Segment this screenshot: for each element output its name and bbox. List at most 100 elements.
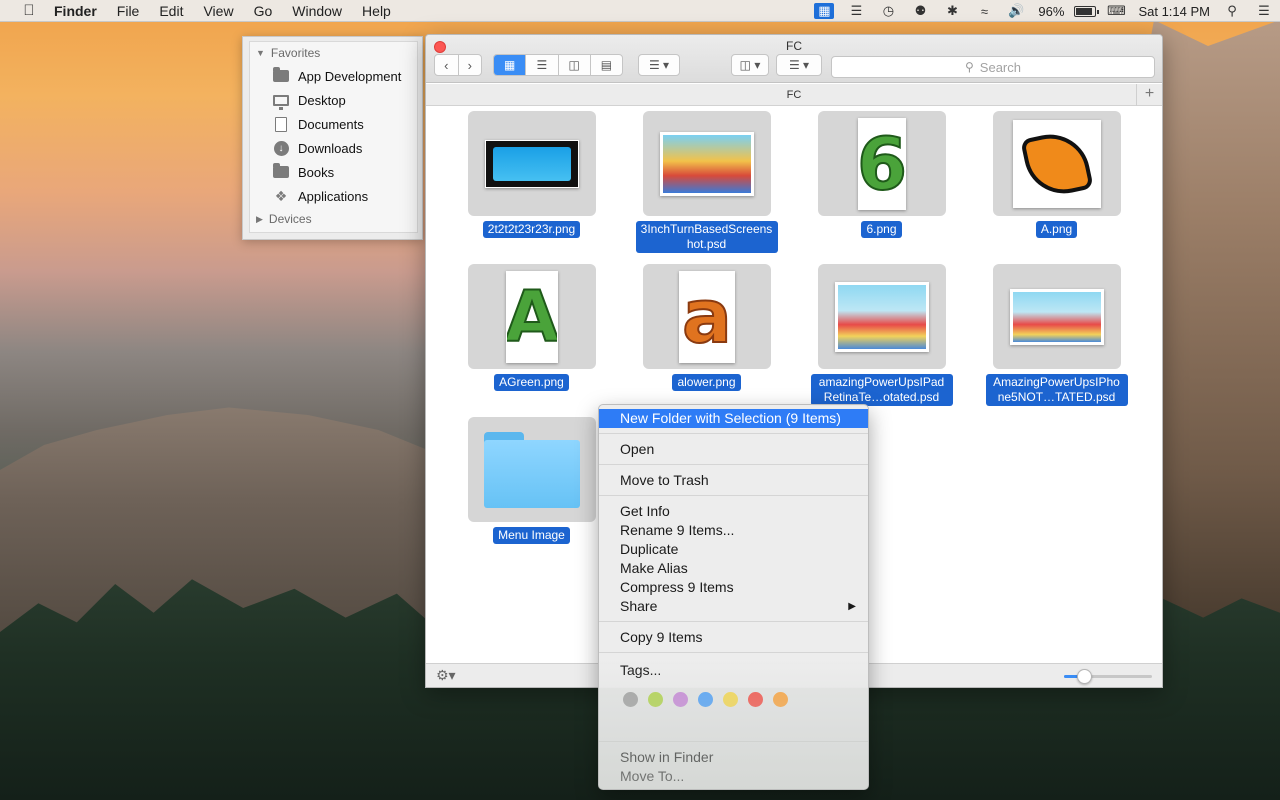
file-thumbnail[interactable]: A bbox=[468, 264, 596, 369]
apple-menu-icon[interactable]:  bbox=[18, 2, 40, 19]
menu-help[interactable]: Help bbox=[352, 3, 401, 19]
file-name-label[interactable]: amazingPowerUpsIPadRetinaTe…otated.psd bbox=[810, 374, 953, 406]
time-machine-icon[interactable]: ◷ bbox=[878, 3, 898, 19]
battery-icon[interactable] bbox=[1074, 5, 1100, 17]
bluetooth-icon[interactable]: ✱ bbox=[942, 3, 962, 19]
menu-item-tags[interactable]: Tags... bbox=[599, 661, 868, 680]
status-area: ▦ ☰ ◷ ⚉ ✱ ≈ 🔊 96% ⌨ Sat 1:14 PM ⚲ ☰ bbox=[808, 0, 1280, 22]
list-view-button[interactable]: ☰ bbox=[526, 55, 559, 75]
menu-bar:  Finder File Edit View Go Window Help ▦… bbox=[0, 0, 1280, 22]
gear-icon[interactable]: ⚙▾ bbox=[436, 667, 456, 684]
sidebar-item-label: Documents bbox=[298, 116, 364, 132]
window-title: FC bbox=[786, 39, 802, 53]
sidebar-item-desktop[interactable]: Desktop bbox=[250, 88, 417, 112]
window-toolbar: FC ‹ › ▦ ☰ ◫ ▤ ☰ ▾ ◫ ▾ ☰ ▾ ⚲ Search bbox=[426, 35, 1162, 83]
file-thumbnail[interactable]: 6 bbox=[818, 111, 946, 216]
file-name-label[interactable]: 2t2t2t23r23r.png bbox=[482, 221, 581, 238]
spotlight-icon[interactable]: ⚲ bbox=[1222, 3, 1242, 19]
image-thumbnail-icon bbox=[660, 131, 754, 196]
slider-handle[interactable] bbox=[1077, 669, 1092, 684]
menu-divider bbox=[599, 464, 868, 465]
sidebar-item-documents[interactable]: Documents bbox=[250, 112, 417, 136]
menu-item-share[interactable]: Share ▶ bbox=[599, 597, 868, 616]
tag-yellow[interactable] bbox=[723, 691, 738, 707]
menu-item-move-to-trash[interactable]: Move to Trash bbox=[599, 471, 868, 490]
tag-blue[interactable] bbox=[698, 691, 713, 707]
file-thumbnail[interactable] bbox=[993, 264, 1121, 369]
cover-flow-button[interactable]: ▤ bbox=[591, 55, 622, 75]
volume-icon[interactable]: 🔊 bbox=[1006, 3, 1026, 19]
forward-button[interactable]: › bbox=[459, 58, 482, 73]
menu-item-copy[interactable]: Copy 9 Items bbox=[599, 628, 868, 647]
file-thumbnail[interactable] bbox=[468, 111, 596, 216]
sidebar-favorites-header[interactable]: ▼ Favorites bbox=[250, 42, 417, 64]
menu-item-new-folder-with-selection[interactable]: New Folder with Selection (9 Items) bbox=[599, 409, 868, 428]
share-label: Share bbox=[620, 598, 658, 614]
file-thumbnail[interactable]: a bbox=[643, 264, 771, 369]
menu-item-rename[interactable]: Rename 9 Items... bbox=[599, 521, 868, 540]
disclosure-down-icon[interactable]: ▼ bbox=[256, 48, 265, 58]
menu-app-name[interactable]: Finder bbox=[40, 3, 107, 19]
disclosure-right-icon[interactable]: ▶ bbox=[256, 214, 263, 225]
folder-icon bbox=[484, 431, 580, 508]
menu-item-duplicate[interactable]: Duplicate bbox=[599, 540, 868, 559]
ghost-icon[interactable]: ⚉ bbox=[910, 3, 930, 19]
file-thumbnail[interactable] bbox=[818, 264, 946, 369]
menu-item-compress[interactable]: Compress 9 Items bbox=[599, 578, 868, 597]
file-name-label[interactable]: alower.png bbox=[672, 374, 741, 391]
notification-center-icon[interactable]: ☰ bbox=[1254, 3, 1274, 19]
file-name-label[interactable]: Menu Image bbox=[493, 527, 570, 544]
file-name-label[interactable]: A.png bbox=[1035, 221, 1078, 238]
icon-view-button[interactable]: ▦ bbox=[494, 55, 527, 75]
sidebar-item-applications[interactable]: ❖ Applications bbox=[250, 184, 417, 208]
icon-size-slider[interactable] bbox=[1064, 669, 1152, 684]
finder-status-icon[interactable]: ▦ bbox=[814, 3, 835, 19]
arrange-button[interactable]: ☰ ▾ bbox=[638, 54, 680, 76]
tag-red[interactable] bbox=[748, 691, 763, 707]
menu-go[interactable]: Go bbox=[244, 3, 283, 19]
input-menu-icon[interactable]: ⌨ bbox=[1106, 3, 1126, 19]
tag-green[interactable] bbox=[648, 691, 663, 707]
new-tab-button[interactable]: + bbox=[1136, 84, 1162, 106]
image-thumbnail-icon: A bbox=[506, 270, 558, 363]
file-name-label[interactable]: AmazingPowerUpsIPhone5NOT…TATED.psd bbox=[985, 374, 1128, 406]
wifi-icon[interactable]: ≈ bbox=[974, 3, 994, 19]
menu-window[interactable]: Window bbox=[282, 3, 352, 19]
back-button[interactable]: ‹ bbox=[435, 58, 458, 73]
image-thumbnail-icon bbox=[485, 139, 579, 188]
menu-item-get-info[interactable]: Get Info bbox=[599, 502, 868, 521]
menu-edit[interactable]: Edit bbox=[149, 3, 193, 19]
column-view-button[interactable]: ◫ bbox=[559, 55, 591, 75]
file-thumbnail[interactable] bbox=[993, 111, 1121, 216]
sidebar-item-label: Downloads bbox=[298, 140, 363, 156]
menu-file[interactable]: File bbox=[107, 3, 150, 19]
tag-gray[interactable] bbox=[623, 691, 638, 707]
file-thumbnail[interactable] bbox=[468, 417, 596, 522]
menu-extra-icon[interactable]: ☰ bbox=[846, 3, 866, 19]
tag-color-row bbox=[599, 690, 868, 708]
tag-orange[interactable] bbox=[773, 691, 788, 707]
sidebar-item-books[interactable]: Books bbox=[250, 160, 417, 184]
search-input[interactable]: ⚲ Search bbox=[831, 56, 1155, 78]
tab-title[interactable]: FC bbox=[787, 89, 802, 101]
action-button[interactable]: ☰ ▾ bbox=[776, 54, 822, 76]
menu-item-move-to[interactable]: Move To... bbox=[599, 767, 868, 786]
menu-item-show-in-finder[interactable]: Show in Finder bbox=[599, 748, 868, 767]
sidebar-item-app-development[interactable]: App Development bbox=[250, 64, 417, 88]
back-forward-buttons: ‹ › bbox=[434, 54, 482, 76]
menu-item-make-alias[interactable]: Make Alias bbox=[599, 559, 868, 578]
file-thumbnail[interactable] bbox=[643, 111, 771, 216]
menu-divider bbox=[599, 652, 868, 653]
sidebar-devices-header[interactable]: ▶ Devices bbox=[250, 208, 417, 230]
clock[interactable]: Sat 1:14 PM bbox=[1138, 4, 1210, 19]
menu-view[interactable]: View bbox=[193, 3, 243, 19]
file-name-label[interactable]: 3InchTurnBasedScreenshot.psd bbox=[635, 221, 778, 253]
file-name-label[interactable]: 6.png bbox=[861, 221, 902, 238]
battery-percent[interactable]: 96% bbox=[1038, 4, 1064, 19]
share-button[interactable]: ◫ ▾ bbox=[731, 54, 769, 76]
sidebar-list: ▼ Favorites App Development Desktop Docu… bbox=[249, 41, 418, 233]
file-name-label[interactable]: AGreen.png bbox=[494, 374, 569, 391]
sidebar-item-downloads[interactable]: ↓ Downloads bbox=[250, 136, 417, 160]
menu-item-open[interactable]: Open bbox=[599, 440, 868, 459]
tag-purple[interactable] bbox=[673, 691, 688, 707]
